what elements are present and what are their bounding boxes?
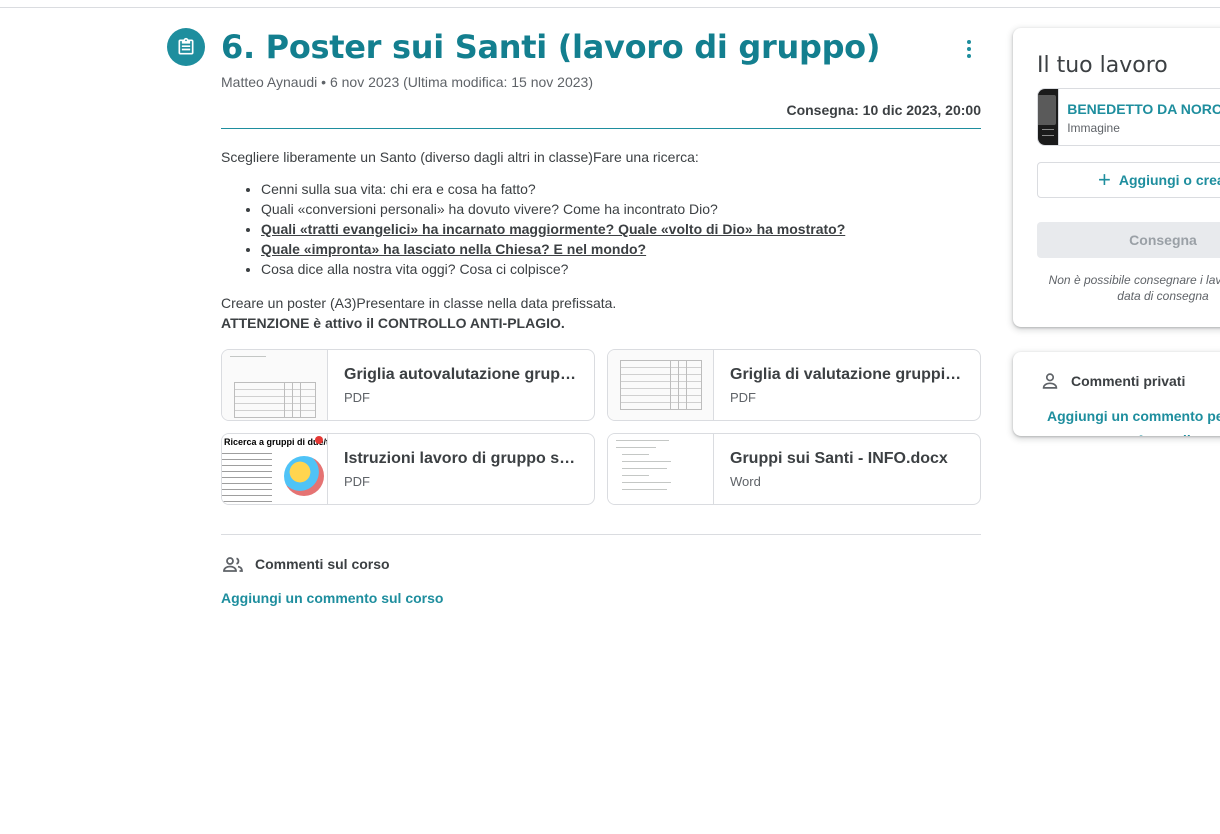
description-outro: Creare un poster (A3)Presentare in class…: [221, 295, 617, 311]
attachments-grid: Griglia autovalutazione gruppi - Poster.…: [221, 349, 981, 505]
attachment-title: Griglia di valutazione gruppi - Poster.p…: [730, 366, 964, 383]
attachment-title: Griglia autovalutazione gruppi - Poster.…: [344, 366, 578, 383]
description-list: Cenni sulla sua vita: chi era e cosa ha …: [261, 179, 981, 279]
list-item: Quali «tratti evangelici» ha incarnato m…: [261, 219, 981, 239]
add-private-comment-line1: Aggiungi un commento per Matteo: [1047, 408, 1220, 424]
private-comments-label: Commenti privati: [1071, 373, 1186, 389]
attachment-title: Istruzioni lavoro di gruppo sui Santi.pd…: [344, 450, 578, 467]
list-item: Cosa dice alla nostra vita oggi? Cosa ci…: [261, 259, 981, 279]
attachment-title: Gruppi sui Santi - INFO.docx: [730, 450, 948, 467]
private-comments-panel: Commenti privati Aggiungi un commento pe…: [1013, 352, 1220, 436]
due-date: Consegna: 10 dic 2023, 20:00: [786, 102, 981, 118]
list-item: Quale «impronta» ha lasciato nella Chies…: [261, 239, 981, 259]
add-private-comment-line2: Aynaudi: [1047, 428, 1220, 436]
attachment-card[interactable]: Ricerca a gruppi di due/tre Istruzioni l…: [221, 433, 595, 505]
people-icon: [223, 557, 243, 572]
attachment-card[interactable]: Griglia di valutazione gruppi - Poster.p…: [607, 349, 981, 421]
list-item: Quali «conversioni personali» ha dovuto …: [261, 199, 981, 219]
submit-label: Consegna: [1129, 232, 1197, 248]
attachment-type: PDF: [730, 390, 756, 405]
image-thumbnail: [1038, 89, 1060, 145]
posted-date: 6 nov 2023 (Ultima modifica: 15 nov 2023…: [329, 74, 593, 90]
submit-button[interactable]: Consegna: [1037, 222, 1220, 258]
poster-thumbnail: Ricerca a gruppi di due/tre: [222, 434, 328, 504]
class-comments-header: Commenti sul corso: [221, 552, 390, 576]
your-work-panel: Il tuo lavoro BENEDETTO DA NORCIA Immagi…: [1013, 28, 1220, 327]
description-intro: Scegliere liberamente un Santo (diverso …: [221, 149, 699, 165]
pdf-thumbnail: [608, 350, 714, 420]
submitted-file-name: BENEDETTO DA NORCIA: [1067, 101, 1220, 117]
meta-separator: •: [321, 74, 327, 90]
attachment-type: PDF: [344, 474, 370, 489]
assignment-description: Scegliere liberamente un Santo (diverso …: [221, 147, 981, 333]
class-comments-label: Commenti sul corso: [255, 556, 390, 572]
thumbnail-heading: Ricerca a gruppi di due/tre: [224, 437, 328, 447]
comments-divider: [221, 534, 981, 535]
clipboard-icon: [178, 37, 194, 55]
attachment-card[interactable]: Griglia autovalutazione gruppi - Poster.…: [221, 349, 595, 421]
top-app-bar-border: [0, 0, 1220, 8]
submitted-file-type: Immagine: [1067, 121, 1120, 135]
add-private-comment-link[interactable]: Aggiungi un commento per Matteo Aynaudi: [1047, 404, 1220, 436]
assignment-icon: [167, 28, 205, 66]
add-or-create-button[interactable]: + Aggiungi o crea: [1037, 162, 1220, 198]
your-work-title: Il tuo lavoro: [1037, 53, 1168, 78]
late-submission-note: Non è possibile consegnare i lavori dopo…: [1048, 273, 1220, 303]
submitted-file[interactable]: BENEDETTO DA NORCIA Immagine: [1037, 88, 1220, 146]
plus-icon: +: [1098, 167, 1111, 192]
private-comments-header: Commenti privati: [1039, 370, 1185, 392]
add-or-create-label: Aggiungi o crea: [1118, 172, 1220, 188]
header-divider: [221, 128, 981, 129]
assignment-title: 6. Poster sui Santi (lavoro di gruppo): [221, 28, 881, 66]
attachment-type: Word: [730, 474, 761, 489]
add-class-comment-link[interactable]: Aggiungi un commento sul corso: [221, 590, 443, 606]
assignment-meta: Matteo Aynaudi • 6 nov 2023 (Ultima modi…: [221, 74, 593, 90]
person-icon: [1042, 373, 1058, 389]
more-options-button[interactable]: [956, 34, 982, 64]
plagiarism-warning: ATTENZIONE è attivo il CONTROLLO ANTI-PL…: [221, 315, 565, 331]
attachment-card[interactable]: Gruppi sui Santi - INFO.docx Word: [607, 433, 981, 505]
list-item: Cenni sulla sua vita: chi era e cosa ha …: [261, 179, 981, 199]
attachment-type: PDF: [344, 390, 370, 405]
pdf-thumbnail: [222, 350, 328, 420]
more-vert-icon: [967, 40, 971, 44]
author-name: Matteo Aynaudi: [221, 74, 318, 90]
doc-thumbnail: [608, 434, 714, 504]
